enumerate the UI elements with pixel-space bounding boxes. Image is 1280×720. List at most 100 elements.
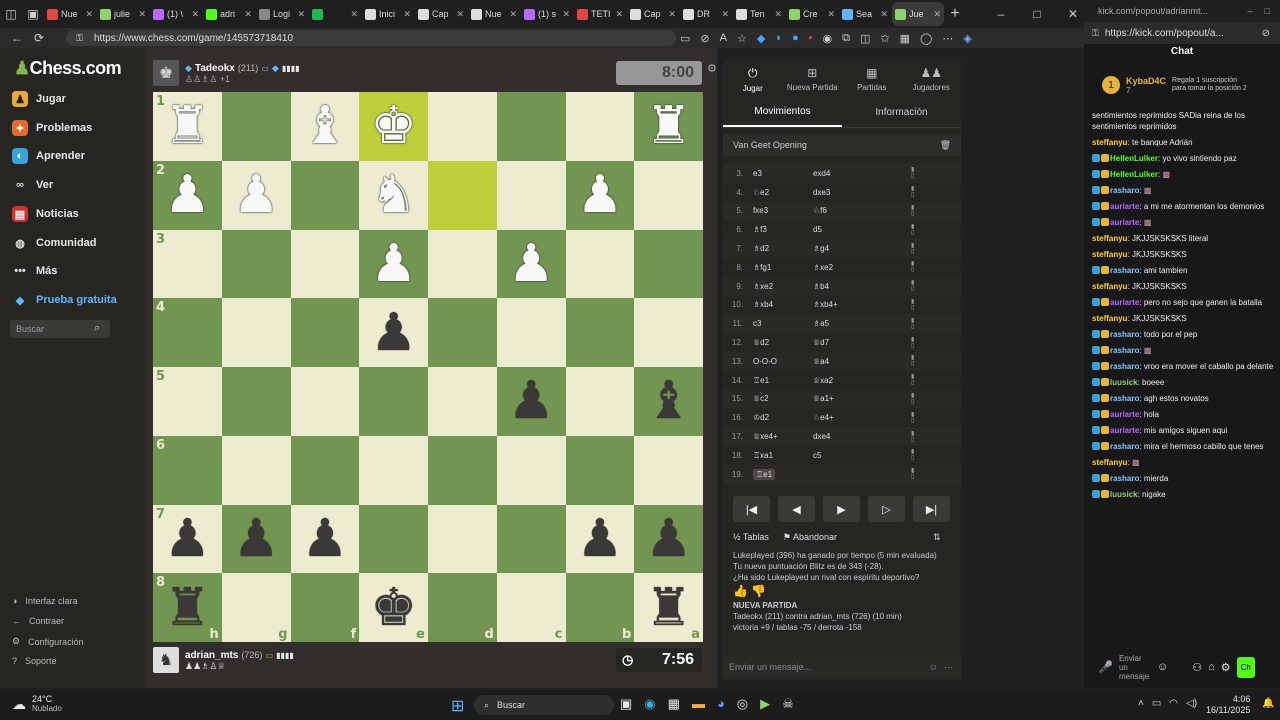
chat-username[interactable]: auriarte xyxy=(1110,298,1139,307)
board-square[interactable]: ♝ xyxy=(290,92,360,161)
white-pawn-piece[interactable]: ♟ xyxy=(508,238,555,290)
board-square[interactable]: ♚ xyxy=(359,92,428,161)
board-square[interactable] xyxy=(290,160,360,230)
white-move[interactable]: e3 xyxy=(753,169,762,178)
chat-username[interactable]: steffanyu xyxy=(1092,314,1128,323)
close-tab-icon[interactable]: ✕ xyxy=(509,9,517,20)
board-square[interactable] xyxy=(221,435,291,505)
tab-movimientos[interactable]: Movimientos xyxy=(723,98,842,127)
browser-tab[interactable]: Nue ✕ xyxy=(44,2,96,26)
close-tab-icon[interactable]: ✕ xyxy=(668,9,676,20)
browser-tab[interactable]: Cre ✕ xyxy=(786,2,838,26)
browser-tab[interactable]: Logi ✕ xyxy=(256,2,308,26)
trash-icon[interactable]: 🗑 xyxy=(940,140,951,151)
browser-tab[interactable]: (1) s ✕ xyxy=(521,2,573,26)
close-tab-icon[interactable]: ✕ xyxy=(933,9,941,20)
board-square[interactable] xyxy=(496,435,566,505)
board-square[interactable] xyxy=(290,367,360,436)
store-icon[interactable]: ▦ xyxy=(668,696,680,712)
white-king-piece[interactable]: ♚ xyxy=(370,100,417,152)
white-rook-piece[interactable]: ♜ xyxy=(645,100,692,152)
wifi-icon[interactable]: ◠ xyxy=(1169,698,1178,709)
board-square[interactable] xyxy=(428,298,497,367)
browser-tab[interactable]: ✕ xyxy=(309,2,361,26)
black-pawn-piece[interactable]: ♟ xyxy=(302,513,349,565)
close-tab-icon[interactable]: ✕ xyxy=(774,9,782,20)
close-tab-icon[interactable]: ✕ xyxy=(191,9,199,20)
black-pawn-piece[interactable]: ♟ xyxy=(370,307,417,359)
chat-username[interactable]: steffanyu xyxy=(1092,282,1128,291)
close-tab-icon[interactable]: ✕ xyxy=(244,9,252,20)
back-icon[interactable]: ← xyxy=(6,27,28,49)
board-square[interactable] xyxy=(634,160,703,230)
board-square[interactable] xyxy=(565,435,635,505)
browser-tab[interactable]: Jue ✕ xyxy=(892,2,944,26)
white-move[interactable]: ♕xe4+ xyxy=(753,432,778,441)
discord-icon[interactable]: ◕ xyxy=(717,696,725,712)
notification-icon[interactable]: 🔔 xyxy=(1262,698,1274,709)
board-square[interactable] xyxy=(428,160,497,230)
white-move[interactable]: ♘e2 xyxy=(753,188,769,197)
white-move[interactable]: fxe3 xyxy=(753,206,768,215)
volume-icon[interactable]: ◁) xyxy=(1186,698,1197,709)
thumbs-up-icon[interactable]: 👍 xyxy=(733,584,748,598)
browser-tab[interactable]: Sea ✕ xyxy=(839,2,891,26)
black-pawn-piece[interactable]: ♟ xyxy=(508,375,555,427)
browser-tab[interactable]: Inici ✕ xyxy=(362,2,414,26)
screen-icon[interactable]: ▭ xyxy=(680,32,690,45)
extensions-icon[interactable]: ⧉ xyxy=(842,32,850,45)
black-move[interactable]: ♕xa2 xyxy=(813,376,911,385)
chat-username[interactable]: rasharo xyxy=(1110,330,1139,339)
board-square[interactable]: e ♚ xyxy=(359,573,428,642)
nav-ver[interactable]: ∞ Ver xyxy=(12,174,53,196)
black-move[interactable]: exd4 xyxy=(813,169,911,178)
chat-username[interactable]: auriarte xyxy=(1110,202,1139,211)
eye-off-icon[interactable]: ⊘ xyxy=(700,32,709,45)
popup-eye-off-icon[interactable]: ⊘ xyxy=(1262,28,1270,39)
black-move[interactable]: dxe3 xyxy=(813,188,911,197)
tray-chevron-icon[interactable]: ˄ xyxy=(1138,698,1144,709)
last-move-button[interactable]: ▶| xyxy=(913,496,950,522)
thumbs-down-icon[interactable]: 👎 xyxy=(751,584,766,598)
white-pawn-piece[interactable]: ♟ xyxy=(233,169,280,221)
prev-move-button[interactable]: ◀ xyxy=(778,496,815,522)
board-square[interactable]: 3 xyxy=(153,229,222,299)
board-square[interactable]: a ♜ xyxy=(634,573,703,642)
chess-board[interactable]: 1 ♜ ♝ ♚ ♜ 2 ♟ ♟ ♞ ♟ 3 ♟ ♟ 4 ♟ 5 ♟ ♝ 6 7 ♟ ♟ ♟ ♟ ♟ 8 h ♜ g f e ♚ d c b a ♜ xyxy=(153,92,703,642)
white-pawn-piece[interactable]: ♟ xyxy=(164,169,211,221)
close-tab-icon[interactable]: ✕ xyxy=(350,9,358,20)
collections-icon[interactable]: ▦ xyxy=(900,32,910,45)
more-menu-icon[interactable]: ⋯ xyxy=(942,32,953,45)
board-square[interactable] xyxy=(359,504,428,574)
black-bishop-piece[interactable]: ♝ xyxy=(645,375,692,427)
white-bishop-piece[interactable]: ♝ xyxy=(302,100,349,152)
search-icon[interactable]: ⌕ xyxy=(94,322,100,335)
profile-avatar-icon[interactable]: ◯ xyxy=(920,32,932,45)
edge-icon[interactable]: ◉ xyxy=(644,696,655,712)
black-move[interactable]: ♗b4 xyxy=(813,282,911,291)
board-square[interactable] xyxy=(221,229,291,299)
browser-tab[interactable]: TETI ✕ xyxy=(574,2,626,26)
black-move[interactable]: ♕a1+ xyxy=(813,394,911,403)
chat-username[interactable]: auriarte xyxy=(1110,426,1139,435)
board-square[interactable] xyxy=(565,367,635,436)
light-theme-toggle[interactable]: ◑ Interfaz clara xyxy=(12,596,77,606)
weather-widget[interactable]: ☁ 24°C Nublado xyxy=(12,694,62,714)
chat-username[interactable]: steffanyu xyxy=(1092,234,1128,243)
chesscom-logo[interactable]: ♟Chess.com xyxy=(14,58,122,79)
black-move[interactable]: ♕a4 xyxy=(813,357,911,366)
game-chat-input[interactable]: Enviar un mensaje... ☺ ⋯ xyxy=(723,656,961,678)
chat-username[interactable]: rasharo xyxy=(1110,266,1139,275)
white-move[interactable]: c3 xyxy=(753,319,761,328)
browser-tab[interactable]: Nue ✕ xyxy=(468,2,520,26)
flip-board-icon[interactable]: ⇅ xyxy=(933,532,941,543)
white-move[interactable]: ♗d2 xyxy=(753,244,769,253)
board-square[interactable]: ♝ xyxy=(634,367,703,436)
chat-username[interactable]: rasharo xyxy=(1110,346,1139,355)
split-screen-icon[interactable]: ◫ xyxy=(860,32,870,45)
black-move[interactable]: ♗a5 xyxy=(813,319,911,328)
board-square[interactable] xyxy=(634,298,703,367)
white-move[interactable]: O-O-O xyxy=(753,357,777,366)
minimize-icon[interactable]: – xyxy=(990,3,1012,25)
tab-informacion[interactable]: Información xyxy=(842,98,961,127)
